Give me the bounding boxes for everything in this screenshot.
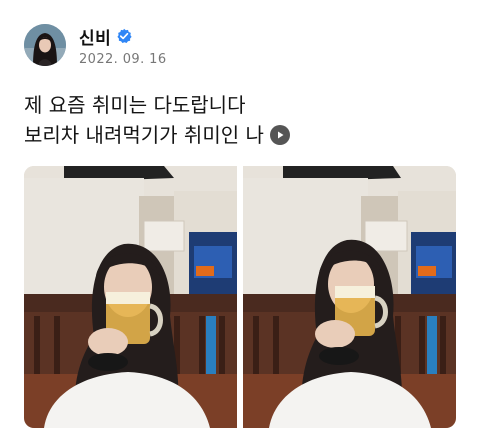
avatar-image (24, 24, 66, 66)
post-text-line-2: 보리차 내려먹기가 취미인 나 (24, 123, 264, 147)
author-name[interactable]: 신비 (79, 24, 111, 49)
post-text-line-1: 제 요즘 취미는 다도랍니다 (24, 93, 246, 117)
media-gallery (24, 166, 457, 428)
play-icon[interactable] (269, 125, 290, 145)
post-text-line-2-row: 보리차 내려먹기가 취미인 나 (24, 120, 464, 150)
post-header: 신비 2022. 09. 16 (24, 24, 464, 68)
photo-right[interactable] (243, 166, 456, 428)
post-text: 제 요즘 취미는 다도랍니다 보리차 내려먹기가 취미인 나 (24, 90, 464, 150)
avatar[interactable] (24, 24, 66, 66)
verified-badge-icon (117, 28, 132, 43)
photo-left[interactable] (24, 166, 237, 428)
post-date: 2022. 09. 16 (79, 52, 167, 67)
author-row: 신비 (79, 24, 132, 49)
